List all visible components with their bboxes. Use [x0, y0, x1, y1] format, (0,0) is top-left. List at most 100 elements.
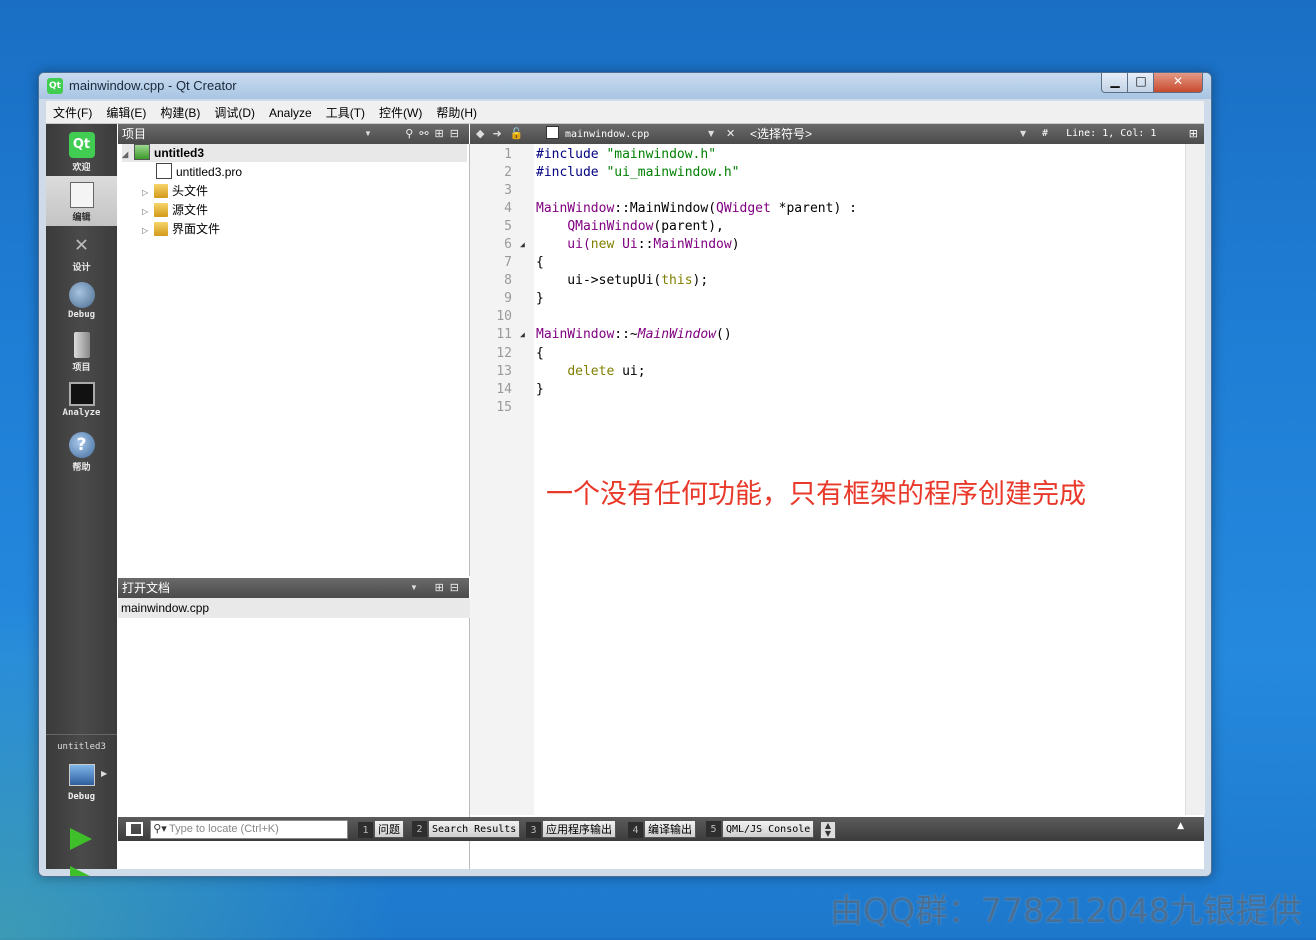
fold-marker-icon[interactable]: ◢: [520, 240, 525, 249]
code-token: QWidget: [716, 201, 771, 216]
minimize-button[interactable]: ▁: [1101, 73, 1129, 93]
fold-marker-icon[interactable]: ◢: [520, 330, 525, 339]
maximize-button[interactable]: □: [1127, 73, 1155, 93]
code-token: ::MainWindow(: [614, 201, 717, 216]
expand-pane-icon[interactable]: ▲: [1177, 821, 1184, 831]
qt-project-icon: [134, 144, 150, 160]
project-panel-header: 项目 ▼ ⚲⚯⊞⊟: [118, 124, 469, 144]
line-number: 6: [504, 237, 512, 252]
code-token: ui(: [536, 237, 591, 252]
menu-edit[interactable]: 编辑(E): [99, 101, 153, 121]
close-file-icon[interactable]: ✕: [726, 124, 735, 144]
tree-item-sources[interactable]: ▷ 源文件: [142, 201, 208, 219]
line-col-label: Line: 1, Col: 1: [1066, 128, 1157, 139]
folder-icon: [154, 184, 168, 198]
pane-app-output[interactable]: 3 应用程序输出: [526, 820, 616, 838]
code-token: this: [661, 273, 693, 288]
pane-search-results[interactable]: 2 Search Results: [412, 820, 521, 838]
mode-projects[interactable]: 项目: [46, 326, 117, 376]
qt-logo-icon: Qt: [68, 132, 95, 158]
output-pane-bar: ⚲▾ Type to locate (Ctrl+K) 1 问题 2 Search Re…: [118, 817, 1204, 841]
pane-issues[interactable]: 1 问题: [358, 820, 404, 838]
tree-item-forms[interactable]: ▷ 界面文件: [142, 220, 220, 238]
panel-tools-icon[interactable]: ⊞⊟: [435, 578, 465, 598]
search-icon: ⚲▾: [153, 823, 167, 835]
run-button[interactable]: [70, 828, 92, 850]
folder-icon: [154, 203, 168, 217]
mode-label: 编辑: [72, 213, 91, 223]
close-button[interactable]: ✕: [1153, 73, 1203, 93]
cpp-file-icon: [546, 126, 559, 139]
pane-label: 编译输出: [644, 820, 696, 838]
chevron-down-icon[interactable]: ▼: [364, 124, 372, 144]
split-icon[interactable]: ⊞: [1189, 124, 1198, 144]
menu-file[interactable]: 文件(F): [46, 101, 99, 121]
nav-back-forward-icon[interactable]: ◆➜🔓: [476, 124, 531, 144]
code-line: QMainWindow(parent),: [536, 218, 724, 236]
mode-analyze[interactable]: Analyze: [46, 376, 117, 426]
locator-input[interactable]: ⚲▾ Type to locate (Ctrl+K): [150, 820, 348, 839]
code-token: new: [590, 237, 615, 252]
line-number: 15: [496, 400, 512, 415]
code-token: Ui: [622, 237, 638, 252]
pane-compile-output[interactable]: 4 编译输出: [628, 820, 696, 838]
code-token: );: [692, 273, 709, 288]
mode-design[interactable]: ✕ 设计: [46, 226, 117, 276]
collapse-arrow-icon[interactable]: ◢: [122, 146, 134, 164]
tree-item-project[interactable]: ◢ untitled3: [122, 144, 467, 162]
editor-toolbar: ◆➜🔓 mainwindow.cpp ▼ ✕ <选择符号> ▼ # Line: …: [470, 124, 1204, 144]
code-line: #include "mainwindow.h": [536, 146, 716, 164]
code-token: (parent),: [653, 219, 724, 234]
help-icon: ?: [68, 432, 95, 458]
menu-tools[interactable]: 工具(T): [319, 101, 372, 121]
line-number: 9: [504, 291, 512, 306]
code-token: ui;: [614, 364, 646, 379]
mode-label: 帮助: [72, 463, 91, 473]
pane-label: 问题: [374, 820, 404, 838]
title-bar[interactable]: Qt mainwindow.cpp - Qt Creator ▁ □ ✕: [39, 73, 1211, 99]
expand-arrow-icon[interactable]: ▷: [142, 184, 154, 202]
menu-bar: 文件(F) 编辑(E) 构建(B) 调试(D) Analyze 工具(T) 控件(W) 帮助(…: [46, 101, 1204, 124]
watermark-text: 由QQ群：778212048九银提供: [830, 891, 1302, 930]
editor-scrollbar[interactable]: [1185, 144, 1205, 815]
qt-app-icon: Qt: [47, 78, 63, 94]
open-doc-item[interactable]: mainwindow.cpp: [118, 598, 472, 618]
mode-edit[interactable]: 编辑: [46, 176, 117, 226]
code-token: *parent) :: [770, 201, 857, 216]
code-token: MainWindow: [637, 327, 717, 342]
mode-debug[interactable]: Debug: [46, 276, 117, 326]
more-panes-icon[interactable]: ▲ ▼: [820, 821, 836, 839]
tree-item-headers[interactable]: ▷ 头文件: [142, 182, 208, 200]
tree-item-label: 头文件: [172, 184, 209, 198]
mode-welcome[interactable]: Qt 欢迎: [46, 126, 117, 176]
kit-arrow-icon: ▶: [101, 769, 108, 778]
chevron-down-icon[interactable]: ▼: [1020, 124, 1026, 144]
pane-qml-console[interactable]: 5 QML/JS Console: [706, 820, 815, 838]
kit-selector-monitor-icon[interactable]: [69, 764, 95, 786]
analyze-monitor-icon: [68, 382, 95, 406]
tree-item-pro-file[interactable]: untitled3.pro: [156, 163, 242, 181]
expand-arrow-icon[interactable]: ▷: [142, 222, 154, 240]
symbol-selector[interactable]: <选择符号>: [750, 124, 1024, 144]
chevron-down-icon[interactable]: ▼: [708, 124, 714, 144]
code-line: }: [536, 291, 544, 306]
line-number: 5: [504, 219, 512, 234]
menu-controls[interactable]: 控件(W): [372, 101, 429, 121]
code-token: ::~: [614, 327, 638, 342]
menu-analyze[interactable]: Analyze: [262, 103, 319, 120]
edit-document-icon: [69, 182, 94, 208]
chevron-down-icon[interactable]: ▼: [410, 578, 418, 598]
menu-help[interactable]: 帮助(H): [429, 101, 484, 121]
annotation-text: 一个没有任何功能，只有框架的程序创建完成: [546, 479, 1086, 510]
toggle-sidebar-icon[interactable]: [126, 822, 143, 836]
file-selector[interactable]: mainwindow.cpp: [546, 126, 716, 142]
code-line: {: [536, 346, 544, 361]
menu-build[interactable]: 构建(B): [153, 101, 207, 121]
expand-arrow-icon[interactable]: ▷: [142, 203, 154, 221]
panel-tools-icon[interactable]: ⚲⚯⊞⊟: [405, 124, 465, 144]
locator-placeholder: Type to locate (Ctrl+K): [169, 823, 279, 835]
menu-debug[interactable]: 调试(D): [207, 101, 262, 121]
mode-help[interactable]: ? 帮助: [46, 426, 117, 476]
